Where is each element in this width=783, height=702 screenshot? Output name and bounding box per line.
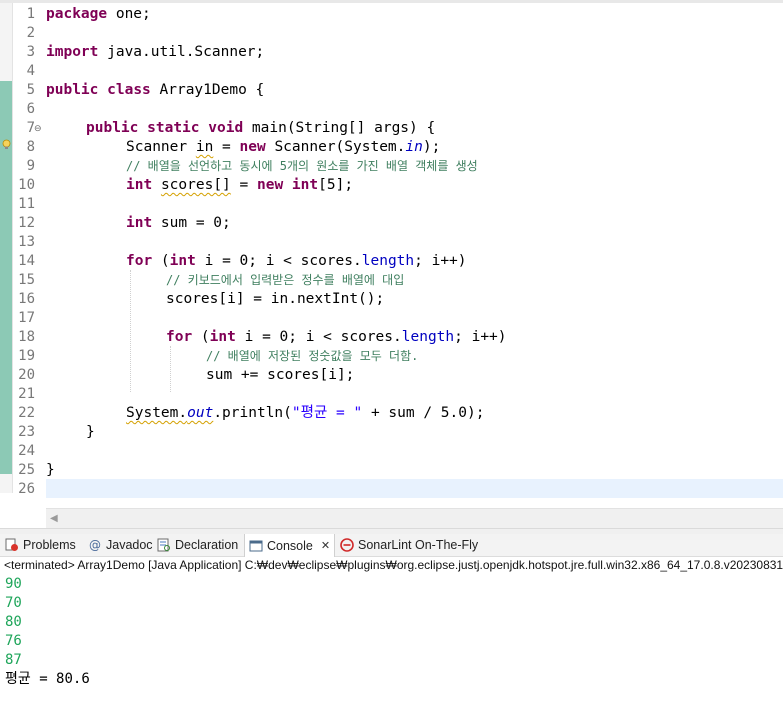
tab-console[interactable]: Console ✕ — [244, 534, 336, 557]
tab-label: Javadoc — [106, 538, 153, 552]
tab-label: SonarLint On-The-Fly — [358, 538, 479, 552]
scroll-left-arrow-icon[interactable]: ◀ — [50, 513, 58, 524]
code-line-25: } — [46, 462, 55, 478]
code-editor[interactable]: ⊖ 1 2 3 4 5 6 7 8 9 10 11 12 13 14 15 16 17 18 19 20 21 22 23 2… — [0, 0, 783, 528]
line-number: 19 — [18, 348, 35, 364]
console-icon — [249, 540, 263, 551]
tab-declaration[interactable]: Declaration — [157, 534, 238, 556]
line-number: 1 — [26, 6, 35, 22]
line-number: 24 — [18, 443, 35, 459]
line-number: 11 — [18, 196, 35, 212]
code-line-1: package one; — [46, 6, 151, 22]
line-number: 9 — [26, 158, 35, 174]
tab-problems[interactable]: Problems — [5, 534, 76, 556]
code-line-15: // 키보드에서 입력받은 정수를 배열에 대입 — [166, 273, 405, 287]
code-line-20: sum += scores[i]; — [206, 367, 355, 383]
tab-label: Problems — [23, 538, 76, 552]
close-icon[interactable]: ✕ — [321, 535, 330, 557]
line-number: 12 — [18, 215, 35, 231]
line-number: 21 — [18, 386, 35, 402]
javadoc-at-icon: @ — [89, 538, 101, 552]
quick-diff-ruler — [0, 3, 12, 493]
editor-top-strip — [0, 0, 783, 3]
tab-javadoc[interactable]: @ Javadoc — [88, 534, 153, 556]
problems-icon — [5, 538, 18, 551]
line-number: 2 — [26, 25, 35, 41]
line-number: 6 — [26, 101, 35, 117]
console-input-line: 90 — [5, 576, 22, 592]
line-number: 8 — [26, 139, 35, 155]
code-line-22: System.out.println("평균 = " + sum / 5.0); — [126, 405, 485, 421]
code-line-16: scores[i] = in.nextInt(); — [166, 291, 385, 307]
line-number: 18 — [18, 329, 35, 345]
line-number: 25 — [18, 462, 35, 478]
line-number: 26 — [18, 481, 35, 497]
code-line-8: Scanner in = new Scanner(System.in); — [126, 139, 441, 155]
line-number: 15 — [18, 272, 35, 288]
line-number: 23 — [18, 424, 35, 440]
warning-lightbulb-icon[interactable] — [1, 139, 12, 150]
console-input-line: 87 — [5, 652, 22, 668]
line-number: 20 — [18, 367, 35, 383]
line-number: 7 — [26, 120, 35, 136]
line-number: 5 — [26, 82, 35, 98]
code-line-9: // 배열을 선언하고 동시에 5개의 원소를 가진 배열 객체를 생성 — [126, 159, 478, 173]
code-line-7: public static void main(String[] args) { — [86, 120, 436, 136]
console-output-line: 평균 = 80.6 — [5, 671, 90, 687]
tab-label: Console — [267, 538, 313, 553]
fold-collapse-icon[interactable]: ⊖ — [34, 124, 42, 134]
console-status-line: <terminated> Array1Demo [Java Applicatio… — [4, 558, 783, 572]
horizontal-scrollbar[interactable]: ◀ — [46, 508, 783, 528]
code-line-18: for (int i = 0; i < scores.length; i++) — [166, 329, 507, 345]
line-number: 13 — [18, 234, 35, 250]
code-line-14: for (int i = 0; i < scores.length; i++) — [126, 253, 467, 269]
line-number: 16 — [18, 291, 35, 307]
tab-label: Declaration — [175, 538, 239, 552]
code-line-19: // 배열에 저장된 정숫값을 모두 더함. — [206, 349, 419, 363]
indent-guide — [170, 346, 171, 392]
code-line-12: int sum = 0; — [126, 215, 231, 231]
code-line-23: } — [86, 424, 95, 440]
bottom-panel-tabbar: Problems @ Javadoc Declaration Console ✕… — [0, 534, 783, 557]
tab-sonarlint[interactable]: SonarLint On-The-Fly — [340, 534, 478, 556]
console-input-line: 70 — [5, 595, 22, 611]
line-number: 4 — [26, 63, 35, 79]
indent-guide — [130, 270, 131, 392]
current-line-highlight — [46, 479, 783, 498]
code-line-5: public class Array1Demo { — [46, 82, 265, 98]
declaration-icon — [157, 538, 170, 552]
line-number: 17 — [18, 310, 35, 326]
console-input-line: 76 — [5, 633, 22, 649]
code-line-3: import java.util.Scanner; — [46, 44, 265, 60]
line-number: 10 — [18, 177, 35, 193]
sonarlint-icon — [340, 538, 354, 552]
code-line-10: int scores[] = new int[5]; — [126, 177, 354, 193]
line-number: 3 — [26, 44, 35, 60]
line-number: 22 — [18, 405, 35, 421]
console-input-line: 80 — [5, 614, 22, 630]
line-number: 14 — [18, 253, 35, 269]
